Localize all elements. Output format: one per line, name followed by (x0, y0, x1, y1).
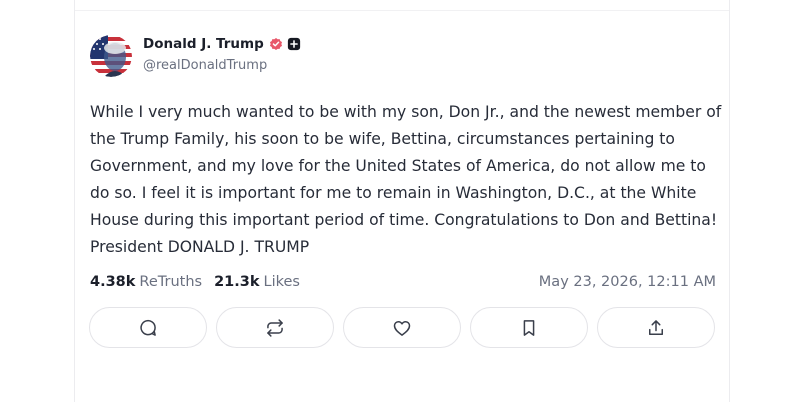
post-stats: 4.38k ReTruths 21.3k Likes May 23, 2026,… (90, 272, 716, 292)
retruths-label[interactable]: ReTruths (139, 274, 202, 290)
author-name-row: Donald J. Trump (143, 36, 301, 52)
avatar[interactable] (90, 35, 132, 77)
like-button[interactable] (343, 307, 461, 348)
verified-badge-icon (269, 37, 282, 51)
retruth-button[interactable] (216, 307, 334, 348)
retruths-count[interactable]: 4.38k (90, 274, 135, 290)
bookmark-icon (523, 319, 535, 336)
like-icon (393, 320, 411, 336)
likes-label[interactable]: Likes (264, 274, 300, 290)
post-card: Donald J. Trump @realDonaldTrump While I… (74, 0, 730, 402)
card-divider (75, 10, 729, 11)
reply-icon (140, 319, 156, 336)
post-body-text: While I very much wanted to be with my s… (90, 103, 722, 256)
likes-count[interactable]: 21.3k (214, 274, 259, 290)
post-actions-bar (89, 307, 715, 348)
author-display-name[interactable]: Donald J. Trump (143, 36, 264, 52)
share-icon (649, 319, 663, 335)
retruth-icon (267, 318, 283, 337)
post-timestamp[interactable]: May 23, 2026, 12:11 AM (539, 274, 716, 290)
author-handle[interactable]: @realDonaldTrump (143, 58, 267, 73)
plus-badge-icon (287, 37, 300, 51)
reply-button[interactable] (89, 307, 207, 348)
share-button[interactable] (597, 307, 715, 348)
bookmark-button[interactable] (470, 307, 588, 348)
